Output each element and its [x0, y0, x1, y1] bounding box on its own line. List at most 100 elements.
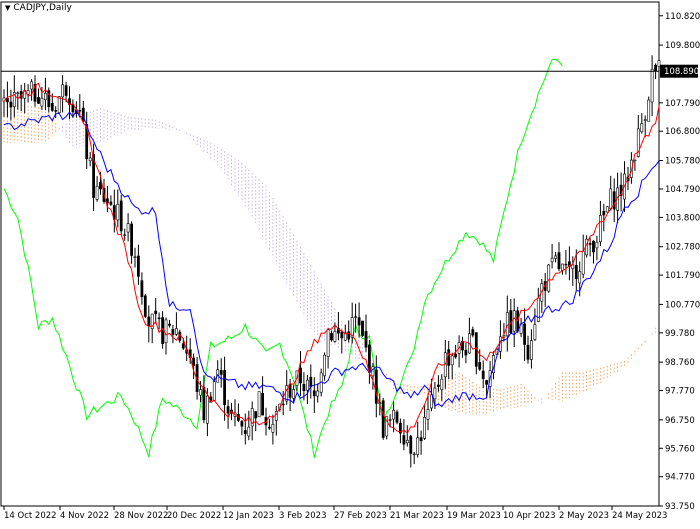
candle-body-bullish — [640, 123, 644, 133]
candle-body-bullish — [647, 99, 651, 122]
candle — [605, 206, 609, 213]
candle-body-bearish — [202, 386, 206, 421]
candle-body-bullish — [578, 271, 582, 284]
x-tick-label: 10 Apr 2023 — [503, 511, 556, 521]
y-tick-label: 105.780 — [665, 157, 700, 167]
candle — [395, 409, 399, 425]
candle-body-bearish — [109, 201, 113, 205]
candle-body-bearish — [447, 349, 451, 366]
y-tick-label: 93.750 — [665, 502, 695, 512]
candle-body-bullish — [247, 426, 251, 437]
chart-svg: 110.820 109.800 107.790 106.800 105.780 104.7… — [0, 1, 700, 521]
chart-title[interactable]: ▼ CADJPY,Daily — [5, 3, 72, 13]
candle-body-bullish — [547, 264, 551, 292]
candle-body-bearish — [299, 367, 302, 384]
candle-body-bullish — [595, 241, 599, 249]
candle-body-bearish — [37, 97, 40, 104]
candle-body-bearish — [267, 426, 271, 429]
candle-body-bullish — [536, 297, 540, 323]
candle-body-bullish — [326, 329, 330, 357]
candle-body-bullish — [388, 419, 392, 421]
candle-body-bullish — [305, 379, 309, 391]
x-tick-label: 4 Nov 2022 — [60, 511, 109, 521]
y-tick-label: 97.770 — [665, 387, 695, 397]
candle-body-bullish — [657, 60, 661, 67]
candle-body-bullish — [271, 423, 275, 433]
candle-body-bearish — [436, 384, 440, 387]
candle-body-bearish — [168, 323, 171, 326]
candle-body-bullish — [650, 68, 654, 103]
candle-body-bullish — [450, 355, 454, 366]
candle-body-bearish — [78, 110, 82, 112]
x-tick-label: 12 Jan 2023 — [223, 511, 274, 521]
candle-body-bullish — [426, 409, 430, 420]
candle-body-bearish — [361, 320, 364, 336]
candle-body-bearish — [654, 64, 658, 72]
candle-body-bullish — [16, 92, 20, 94]
candle-body-bearish — [140, 280, 144, 298]
candle-body-bearish — [574, 265, 578, 279]
candle-body-bullish — [550, 257, 554, 263]
candle-body-bullish — [199, 389, 202, 396]
candle-body-bearish — [119, 200, 123, 232]
candle-body-bullish — [423, 416, 427, 439]
candle-body-bullish — [126, 223, 130, 233]
candle-body-bullish — [581, 250, 585, 275]
candle-body-bearish — [557, 252, 561, 270]
candle-body-bullish — [316, 390, 320, 397]
candle-body-bullish — [95, 185, 99, 200]
candle-body-bearish — [64, 85, 68, 96]
candle-body-bullish — [412, 453, 416, 456]
candle-body-bearish — [409, 435, 413, 454]
candle-body-bearish — [588, 243, 592, 245]
candle-body-bearish — [485, 380, 489, 385]
x-tick-label: 19 Mar 2023 — [447, 511, 501, 521]
candle-body-bullish — [392, 409, 396, 420]
candle-body-bullish — [598, 215, 602, 243]
candle-body-bullish — [116, 204, 120, 221]
y-tick-label: 103.800 — [665, 213, 700, 223]
candle-body-bullish — [440, 378, 444, 391]
candle-body-bearish — [395, 411, 399, 423]
candle-body-bearish — [219, 369, 223, 375]
candle-body-bullish — [175, 328, 178, 335]
candle-body-bullish — [416, 437, 420, 455]
candle — [119, 195, 123, 236]
y-tick-label: 104.790 — [665, 185, 700, 195]
x-tick-label: 21 Mar 2023 — [390, 511, 444, 521]
x-tick-label: 28 Nov 2022 — [114, 511, 168, 521]
candle-body-bearish — [143, 295, 147, 317]
candle-body-bullish — [123, 234, 127, 236]
candle-body-bearish — [481, 370, 485, 379]
x-tick-label: 3 Feb 2023 — [279, 511, 327, 521]
candle-body-bullish — [554, 255, 558, 259]
y-tick-label: 106.800 — [665, 127, 700, 137]
candle — [361, 320, 364, 338]
candle-body-bearish — [154, 310, 158, 315]
candle-body-bearish — [147, 316, 151, 327]
candle-body-bearish — [137, 255, 140, 277]
candle-body-bearish — [240, 421, 244, 427]
candle-body-bullish — [57, 96, 61, 114]
candle-body-bearish — [592, 240, 595, 253]
candle-body-bearish — [223, 370, 227, 406]
candle-body-bullish — [257, 391, 261, 418]
candle-body-bearish — [347, 331, 351, 340]
candle-body-bullish — [61, 84, 65, 98]
x-tick-label: 20 Dec 2022 — [167, 511, 221, 521]
candle-body-bearish — [254, 411, 258, 419]
y-tick-label: 95.760 — [665, 444, 695, 454]
candle-body-bearish — [402, 435, 406, 445]
candle — [257, 391, 261, 418]
candle-body-bullish — [88, 157, 92, 162]
candle-body-bearish — [302, 383, 306, 391]
triangle-down-icon[interactable]: ▼ — [5, 4, 10, 12]
candle-body-bearish — [357, 317, 361, 326]
candle-body-bearish — [9, 101, 13, 108]
candle-body-bullish — [643, 119, 647, 122]
candle-body-bullish — [561, 263, 564, 271]
y-tick-label: 101.790 — [665, 271, 700, 281]
candle-body-bullish — [405, 439, 409, 444]
x-tick-label: 14 Oct 2022 — [4, 511, 57, 521]
candle-body-bearish — [261, 393, 265, 416]
